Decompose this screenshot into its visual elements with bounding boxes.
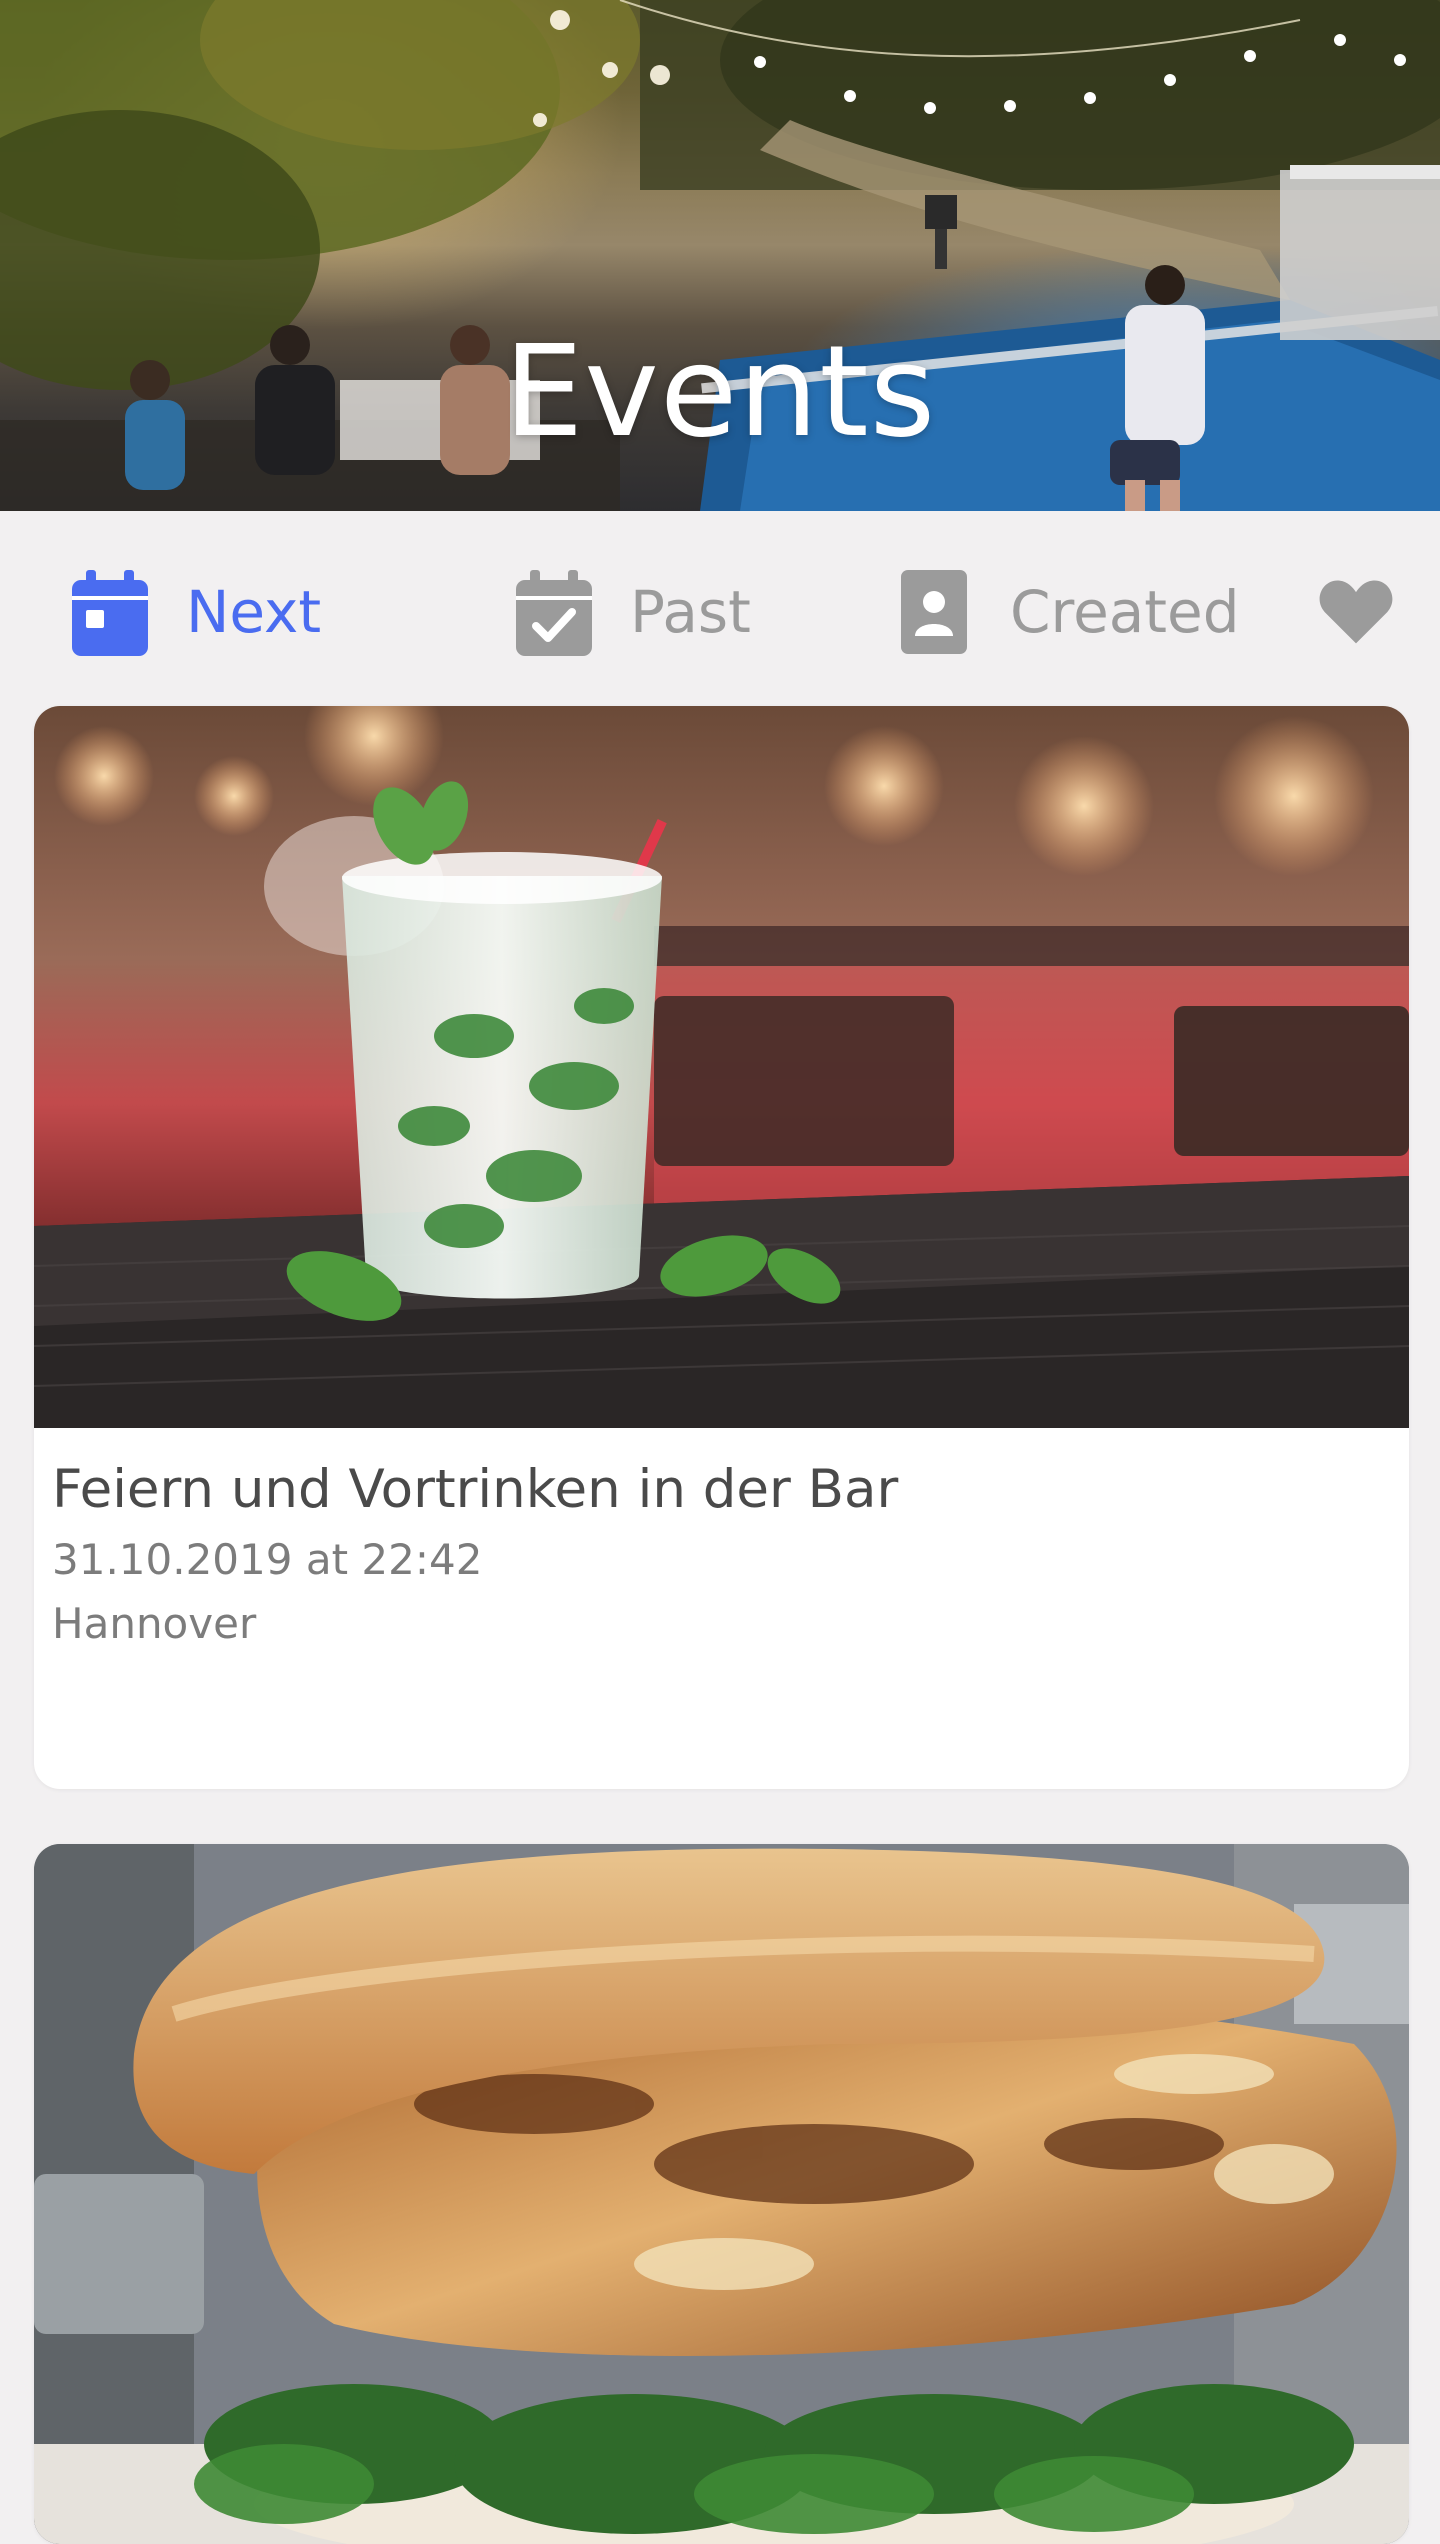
calendar-check-icon	[516, 567, 592, 657]
page-title: Events	[503, 318, 937, 465]
event-image	[34, 1844, 1409, 2544]
event-date: 31.10.2019 at 22:42	[52, 1535, 483, 1584]
event-card-body: Feiern und Vortrinken in der Bar 31.10.2…	[34, 1428, 1409, 1654]
tab-next[interactable]: Next	[72, 567, 321, 657]
tab-created-label: Created	[1010, 578, 1240, 646]
event-filter-tabs: Next Past Created	[0, 511, 1440, 709]
event-location: Hannover	[52, 1599, 257, 1648]
tab-past[interactable]: Past	[516, 567, 751, 657]
tab-past-label: Past	[630, 578, 751, 646]
event-title: Feiern und Vortrinken in der Bar	[52, 1459, 899, 1520]
event-image	[34, 706, 1409, 1428]
tab-next-label: Next	[186, 578, 322, 646]
tab-created[interactable]: Created	[896, 567, 1240, 657]
tab-liked[interactable]	[1318, 567, 1432, 657]
heart-icon	[1318, 567, 1394, 657]
hero-banner: Events	[0, 0, 1440, 511]
event-card[interactable]	[34, 1844, 1409, 2544]
event-card[interactable]: Feiern und Vortrinken in der Bar 31.10.2…	[34, 706, 1409, 1789]
user-badge-icon	[896, 567, 972, 657]
calendar-icon	[72, 567, 148, 657]
